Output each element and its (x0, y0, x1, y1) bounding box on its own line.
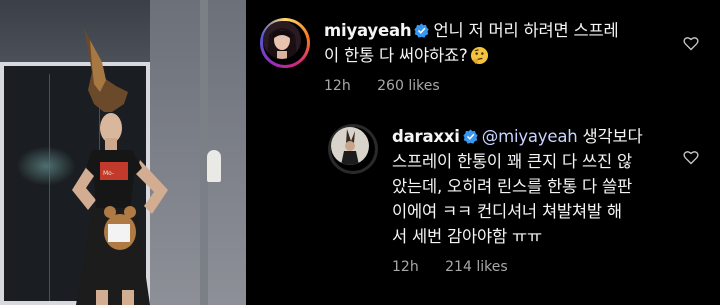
comment-line: 이에여 ㅋㅋ 컨디셔너 쳐발쳐발 해 (392, 202, 622, 221)
post-photo: Mo- (0, 0, 246, 305)
likes-count[interactable]: 260 likes (377, 78, 439, 94)
likes-count[interactable]: 214 likes (445, 259, 507, 275)
verified-badge-icon (414, 23, 430, 38)
comment-thread: miyayeah 언니 저 머리 하려면 스프레 이 한통 다 써야하죠? 12h… (246, 0, 720, 305)
avatar[interactable] (328, 124, 378, 174)
comment-meta: 12h 260 likes (324, 78, 618, 94)
mention-link[interactable]: @miyayeah (482, 127, 578, 146)
comment-meta: 12h 214 likes (392, 259, 642, 275)
like-heart-icon[interactable] (683, 150, 699, 165)
comment-line: 스프레이 한통이 꽤 큰지 다 쓰진 않 (392, 152, 632, 171)
comment-text: miyayeah 언니 저 머리 하려면 스프레 이 한통 다 써야하죠? (324, 18, 619, 68)
comment-line: 았는데, 오히려 린스를 한통 다 쓸판 (392, 177, 632, 196)
avatar-miyayeah-image (263, 21, 301, 59)
like-heart-icon[interactable] (683, 36, 699, 51)
comment-line: 생각보다 (577, 127, 643, 146)
thinking-face-icon (470, 46, 488, 65)
avatar[interactable] (260, 18, 310, 68)
photo-person: Mo- (72, 28, 168, 305)
comment-daraxxi: daraxxi @miyayeah 생각보다 스프레이 한통이 꽤 큰지 다 쓰진… (328, 124, 643, 275)
username[interactable]: daraxxi (392, 127, 460, 146)
comment-line: 이 한통 다 써야하죠? (324, 46, 468, 65)
svg-text:Mo-: Mo- (103, 170, 114, 177)
comment-miyayeah: miyayeah 언니 저 머리 하려면 스프레 이 한통 다 써야하죠? 12h… (260, 18, 619, 94)
comment-text: daraxxi @miyayeah 생각보다 스프레이 한통이 꽤 큰지 다 쓰진… (392, 124, 643, 249)
comment-time: 12h (324, 78, 351, 94)
verified-badge-icon (463, 129, 478, 144)
comment-line: 언니 저 머리 하려면 스프레 (433, 21, 619, 40)
comment-line: 서 세번 감아야함 ㅠㅠ (392, 227, 542, 246)
username[interactable]: miyayeah (324, 21, 412, 40)
avatar-daraxxi-image (331, 127, 369, 165)
comment-time: 12h (392, 259, 419, 275)
